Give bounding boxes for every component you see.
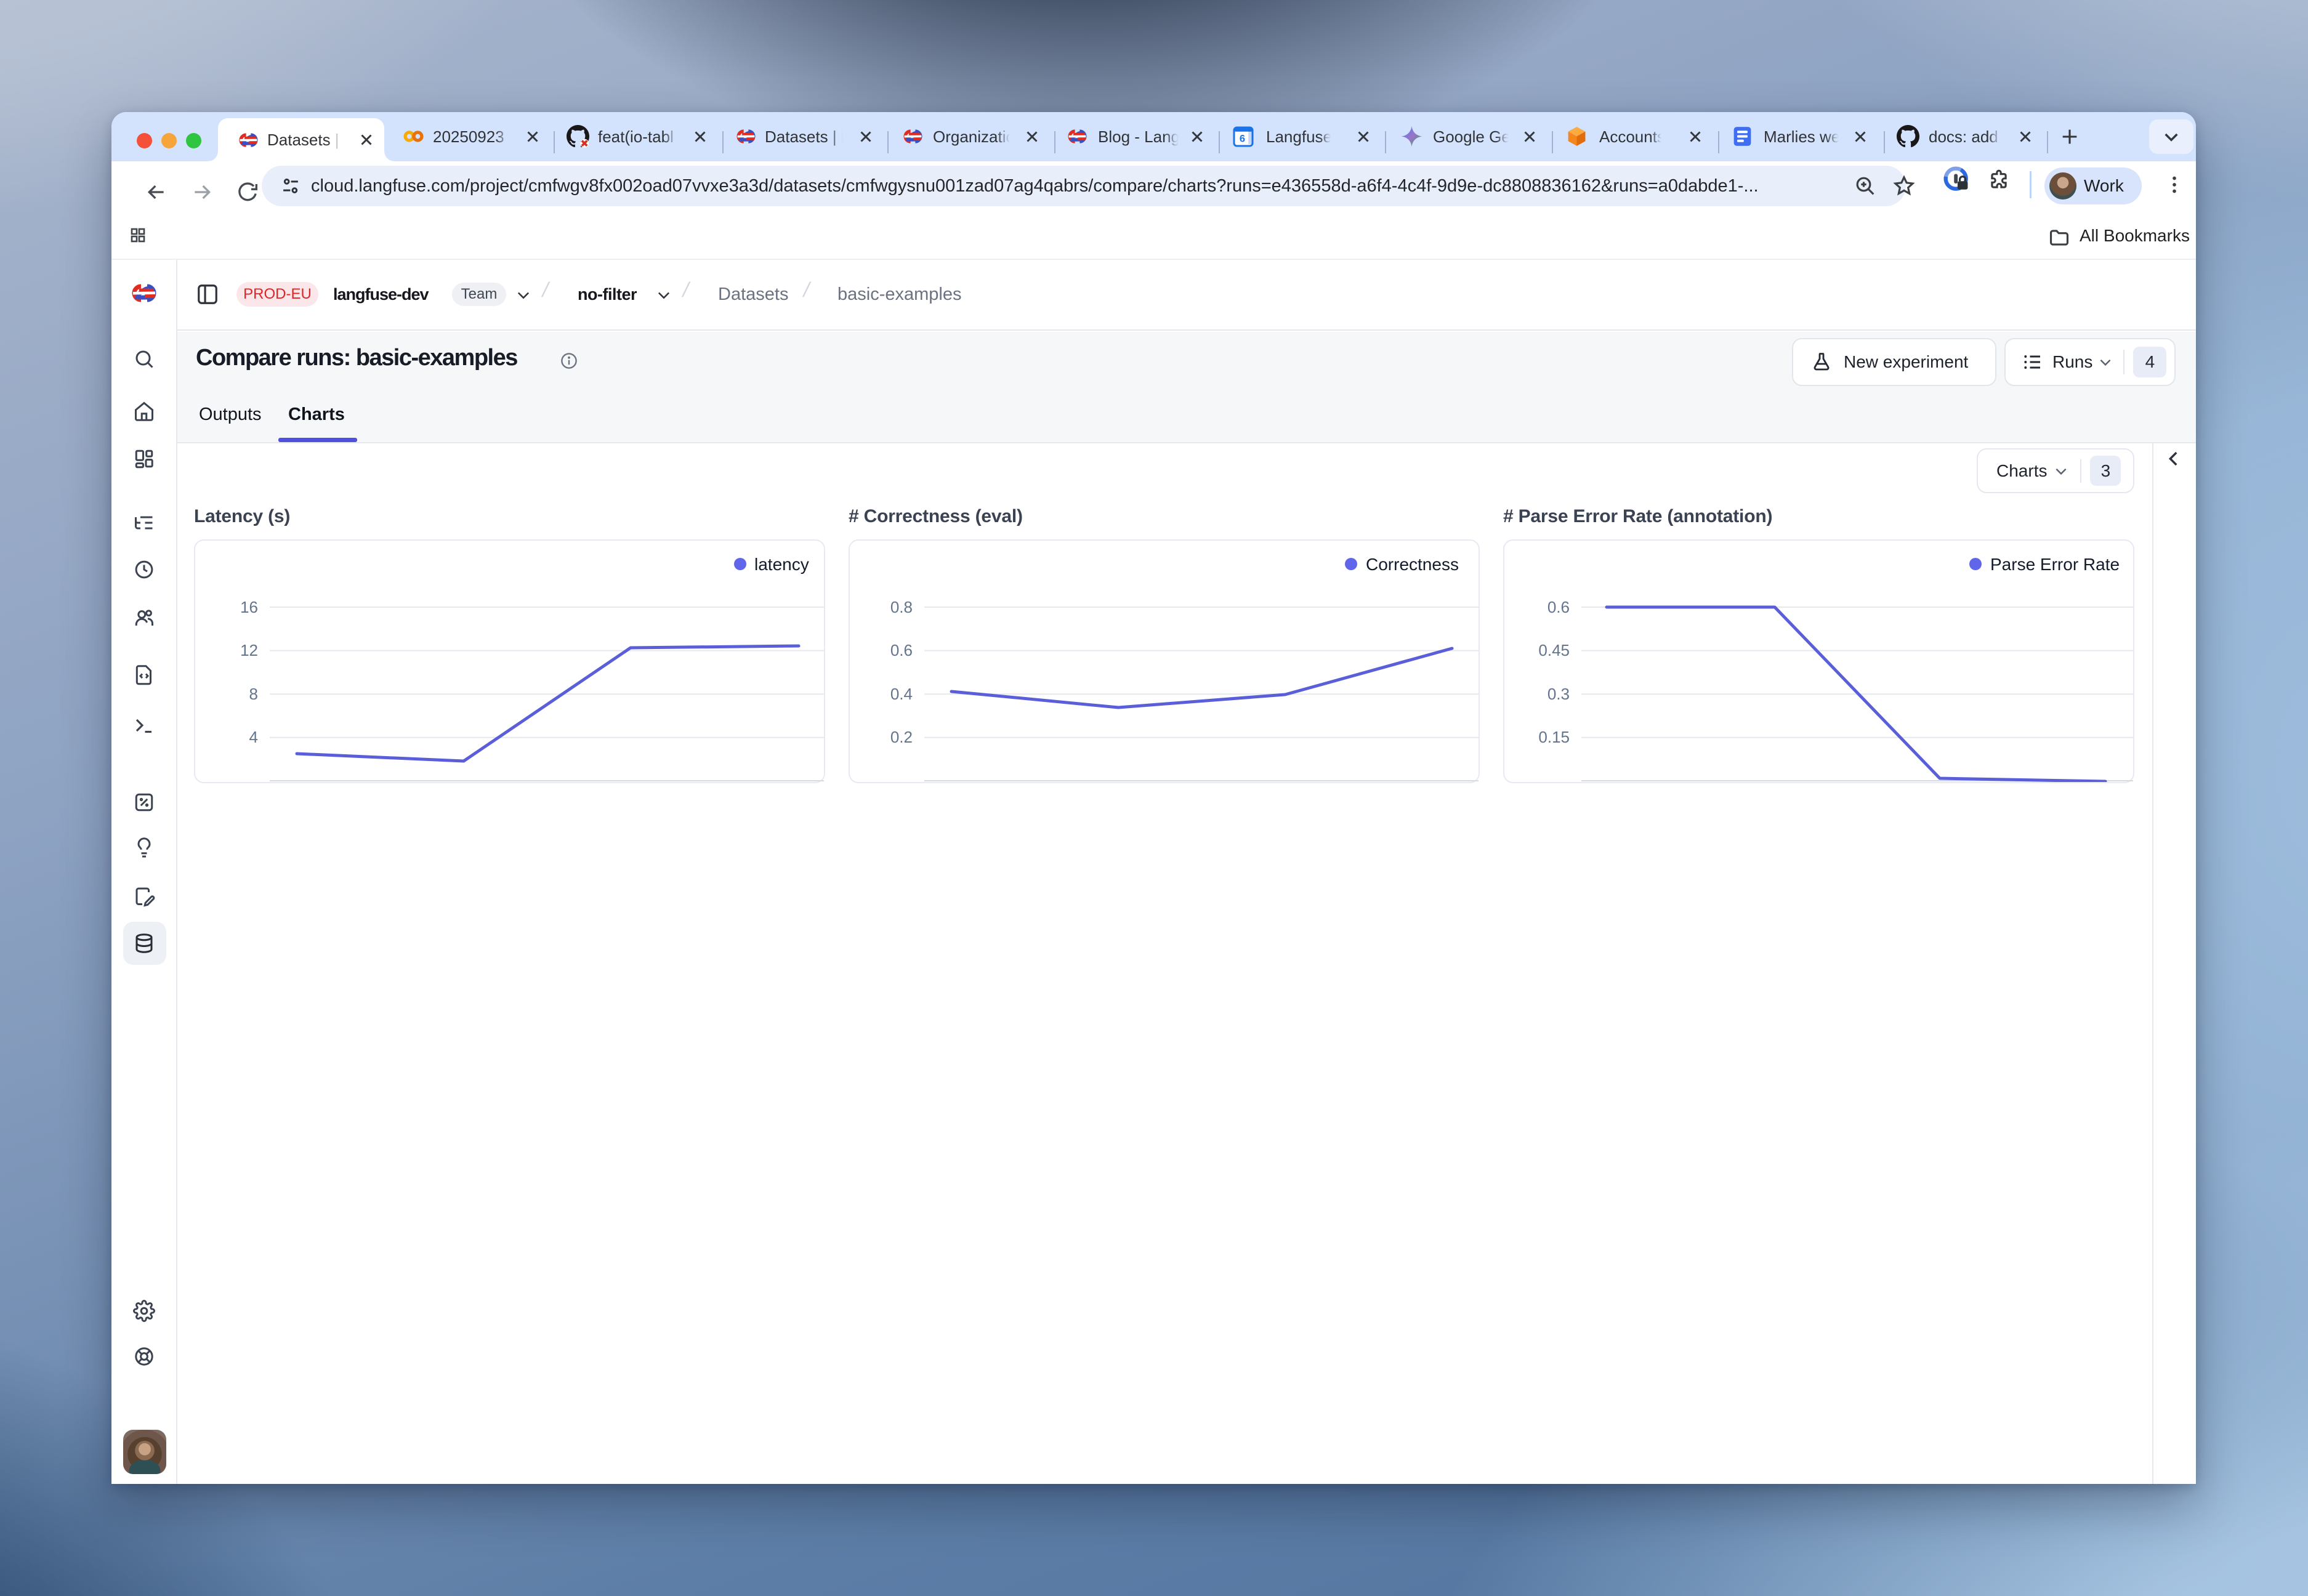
svg-text:Parse Error Rate: Parse Error Rate [1990, 555, 2120, 574]
svg-text:0.15: 0.15 [1538, 728, 1570, 746]
svg-text:12: 12 [240, 641, 258, 659]
svg-text:0.2: 0.2 [890, 728, 913, 746]
svg-text:Correctness: Correctness [1366, 555, 1459, 574]
svg-text:0.45: 0.45 [1538, 641, 1570, 659]
svg-text:0.6: 0.6 [890, 641, 913, 659]
svg-text:8: 8 [249, 685, 258, 703]
svg-text:16: 16 [240, 598, 258, 616]
svg-text:0.8: 0.8 [890, 598, 913, 616]
svg-text:0.3: 0.3 [1547, 685, 1570, 703]
svg-text:0.6: 0.6 [1547, 598, 1570, 616]
svg-text:6: 6 [1240, 133, 1245, 144]
svg-text:4: 4 [249, 728, 258, 746]
svg-text:0.4: 0.4 [890, 685, 913, 703]
svg-text:latency: latency [754, 555, 809, 574]
